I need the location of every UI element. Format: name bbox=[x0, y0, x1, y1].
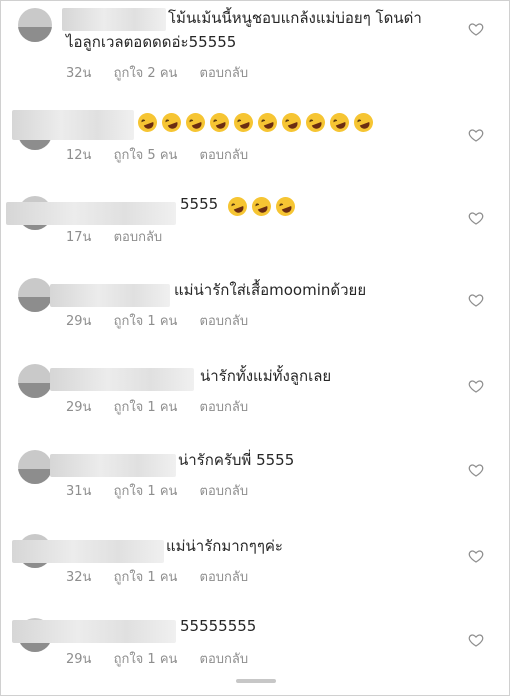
rolling-on-floor-laughing-emoji bbox=[207, 110, 232, 135]
comment-text: 55555555 bbox=[180, 617, 257, 635]
like-count-link[interactable]: ถูกใจ 1 คน bbox=[114, 566, 178, 587]
heart-icon[interactable] bbox=[468, 127, 484, 143]
rolling-on-floor-laughing-emoji bbox=[159, 110, 184, 135]
comment-time: 29น bbox=[66, 314, 92, 329]
comment-time: 12น bbox=[66, 148, 92, 163]
reply-button[interactable]: ตอบกลับ bbox=[114, 226, 163, 247]
like-count-link[interactable]: ถูกใจ 2 คน bbox=[114, 62, 178, 83]
comment-text: แม่น่ารักใส่เสื้อmoominด้วยย bbox=[174, 281, 367, 299]
rolling-on-floor-laughing-emoji bbox=[135, 110, 160, 135]
comment-text: แม่น่ารักมากๆๆค่ะ bbox=[166, 537, 283, 555]
heart-icon[interactable] bbox=[468, 378, 484, 394]
rolling-on-floor-laughing-emoji bbox=[351, 110, 376, 135]
comment-meta: 32น ถูกใจ 2 คน ตอบกลับ bbox=[66, 62, 266, 83]
heart-icon[interactable] bbox=[468, 210, 484, 226]
comment-item: แม่น่ารักใส่เสื้อmoominด้วยย 29น ถูกใจ 1… bbox=[0, 270, 510, 350]
heart-icon[interactable] bbox=[468, 548, 484, 564]
comment-meta: 32น ถูกใจ 1 คน ตอบกลับ bbox=[66, 566, 266, 587]
comment-text: น่ารักครับพี่ 5555 bbox=[178, 451, 295, 469]
comment-time: 31น bbox=[66, 484, 92, 499]
comment-item: โม้นเม้นนี้หนูชอบแกล้งแม่บ่อยๆ โดนด่า ไอ… bbox=[0, 2, 510, 82]
rolling-on-floor-laughing-emoji bbox=[279, 110, 304, 135]
blurred-username bbox=[6, 202, 176, 225]
comment-item: แม่น่ารักมากๆๆค่ะ 32น ถูกใจ 1 คน ตอบกลับ bbox=[0, 528, 510, 608]
comment-meta: 31น ถูกใจ 1 คน ตอบกลับ bbox=[66, 480, 266, 501]
rolling-on-floor-laughing-emoji bbox=[249, 194, 274, 219]
heart-icon[interactable] bbox=[468, 292, 484, 308]
comment-meta: 29น ถูกใจ 1 คน ตอบกลับ bbox=[66, 396, 266, 417]
blurred-username bbox=[12, 620, 176, 643]
rolling-on-floor-laughing-emoji bbox=[255, 110, 280, 135]
comment-item: 12น ถูกใจ 5 คน ตอบกลับ bbox=[0, 100, 510, 180]
comment-time: 32น bbox=[66, 66, 92, 81]
comment-text-continued: ไอลูกเวลตอดดดอ่ะ55555 bbox=[66, 33, 237, 51]
comment-time: 29น bbox=[66, 652, 92, 667]
like-count-link[interactable]: ถูกใจ 1 คน bbox=[114, 480, 178, 501]
heart-icon[interactable] bbox=[468, 21, 484, 37]
heart-icon[interactable] bbox=[468, 462, 484, 478]
heart-icon[interactable] bbox=[468, 632, 484, 648]
comment-item: น่ารักทั้งแม่ทั้งลูกเลย 29น ถูกใจ 1 คน ต… bbox=[0, 356, 510, 436]
reply-button[interactable]: ตอบกลับ bbox=[200, 144, 249, 165]
avatar[interactable] bbox=[18, 8, 52, 42]
reply-button[interactable]: ตอบกลับ bbox=[200, 648, 249, 669]
comment-meta: 12น ถูกใจ 5 คน ตอบกลับ bbox=[66, 144, 266, 165]
emoji-row bbox=[135, 110, 378, 135]
comment-item: น่ารักครับพี่ 5555 31น ถูกใจ 1 คน ตอบกลั… bbox=[0, 442, 510, 522]
reply-button[interactable]: ตอบกลับ bbox=[200, 566, 249, 587]
rolling-on-floor-laughing-emoji bbox=[231, 110, 256, 135]
like-count-link[interactable]: ถูกใจ 1 คน bbox=[114, 396, 178, 417]
rolling-on-floor-laughing-emoji bbox=[183, 110, 208, 135]
like-count-link[interactable]: ถูกใจ 1 คน bbox=[114, 310, 178, 331]
comment-time: 32น bbox=[66, 570, 92, 585]
rolling-on-floor-laughing-emoji bbox=[273, 194, 298, 219]
avatar[interactable] bbox=[18, 450, 52, 484]
comment-time: 29น bbox=[66, 400, 92, 415]
reply-button[interactable]: ตอบกลับ bbox=[200, 62, 249, 83]
comment-text: 5555 bbox=[180, 195, 219, 213]
blurred-username bbox=[62, 8, 166, 31]
comment-time: 17น bbox=[66, 230, 92, 245]
blurred-username bbox=[12, 540, 164, 563]
comment-text: น่ารักทั้งแม่ทั้งลูกเลย bbox=[200, 367, 332, 385]
reply-button[interactable]: ตอบกลับ bbox=[200, 480, 249, 501]
rolling-on-floor-laughing-emoji bbox=[327, 110, 352, 135]
avatar[interactable] bbox=[18, 364, 52, 398]
avatar[interactable] bbox=[18, 278, 52, 312]
like-count-link[interactable]: ถูกใจ 1 คน bbox=[114, 648, 178, 669]
blurred-username bbox=[50, 454, 176, 477]
like-count-link[interactable]: ถูกใจ 5 คน bbox=[114, 144, 178, 165]
reply-button[interactable]: ตอบกลับ bbox=[200, 396, 249, 417]
home-indicator bbox=[236, 679, 276, 683]
comment-meta: 17น ตอบกลับ bbox=[66, 226, 180, 247]
blurred-username bbox=[50, 368, 194, 391]
comment-meta: 29น ถูกใจ 1 คน ตอบกลับ bbox=[66, 310, 266, 331]
rolling-on-floor-laughing-emoji bbox=[225, 194, 250, 219]
reply-button[interactable]: ตอบกลับ bbox=[200, 310, 249, 331]
comment-text: โม้นเม้นนี้หนูชอบแกล้งแม่บ่อยๆ โดนด่า bbox=[168, 9, 422, 27]
emoji-row bbox=[225, 194, 300, 219]
comment-item: 5555 17น ตอบกลับ bbox=[0, 186, 510, 266]
comment-meta: 29น ถูกใจ 1 คน ตอบกลับ bbox=[66, 648, 266, 669]
blurred-username bbox=[12, 110, 134, 140]
blurred-username bbox=[50, 284, 170, 307]
rolling-on-floor-laughing-emoji bbox=[303, 110, 328, 135]
